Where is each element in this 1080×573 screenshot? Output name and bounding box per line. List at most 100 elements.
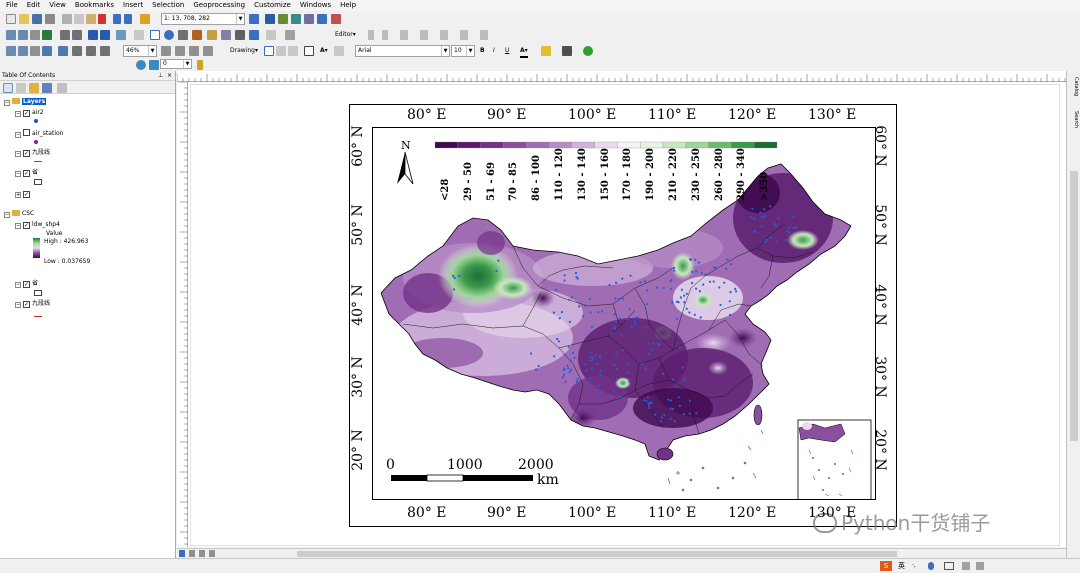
keyboard-icon[interactable] bbox=[944, 562, 954, 570]
collapse-icon[interactable]: − bbox=[15, 132, 21, 138]
layout-fixed-zoom-in-icon[interactable] bbox=[72, 46, 82, 56]
collapse-icon[interactable]: − bbox=[4, 100, 10, 106]
toc-layer-province-2[interactable]: − ✓ 省 bbox=[15, 280, 38, 288]
save-icon[interactable] bbox=[32, 14, 42, 24]
arctoolbox-icon[interactable] bbox=[304, 14, 314, 24]
fixed-zoom-in-icon[interactable] bbox=[60, 30, 70, 40]
toggle-draft-mode-icon[interactable] bbox=[161, 46, 171, 56]
layer-checkbox[interactable]: ✓ bbox=[23, 222, 30, 229]
layer-checkbox[interactable]: ✓ bbox=[23, 281, 30, 288]
menu-windows[interactable]: Windows bbox=[300, 0, 331, 11]
horizontal-scrollbar[interactable] bbox=[177, 548, 1066, 558]
ime-language[interactable]: 英 bbox=[898, 561, 905, 571]
attributes-icon[interactable] bbox=[440, 30, 448, 40]
open-folder-icon[interactable] bbox=[19, 14, 29, 24]
list-by-source-icon[interactable] bbox=[16, 83, 26, 93]
menu-edit[interactable]: Edit bbox=[27, 0, 41, 11]
change-layout-icon[interactable] bbox=[189, 46, 199, 56]
collapse-icon[interactable]: − bbox=[15, 302, 21, 308]
font-name-combo[interactable]: Arial ▼ bbox=[355, 45, 450, 57]
select-elements-icon[interactable] bbox=[150, 30, 160, 40]
collapse-icon[interactable]: − bbox=[15, 111, 21, 117]
search-window-icon[interactable] bbox=[291, 14, 301, 24]
zoom-100-icon[interactable] bbox=[58, 46, 68, 56]
pan-icon[interactable] bbox=[30, 30, 40, 40]
collapse-icon[interactable]: + bbox=[15, 192, 21, 198]
select-features-icon[interactable] bbox=[116, 30, 126, 40]
search-tab[interactable]: Search bbox=[1069, 111, 1079, 137]
list-by-drawing-order-icon[interactable] bbox=[3, 83, 13, 93]
undo-icon[interactable] bbox=[113, 14, 121, 24]
rotate-tool-icon[interactable] bbox=[420, 30, 428, 40]
toc-csc-group[interactable]: − CSC bbox=[4, 210, 34, 218]
paste-icon[interactable] bbox=[86, 14, 96, 24]
editor-toolbar-icon[interactable] bbox=[249, 14, 259, 24]
delete-icon[interactable] bbox=[98, 14, 106, 24]
layout-pan-icon[interactable] bbox=[30, 46, 40, 56]
cut-icon[interactable] bbox=[62, 14, 72, 24]
menu-selection[interactable]: Selection bbox=[152, 0, 184, 11]
close-icon[interactable]: × bbox=[167, 71, 172, 81]
sketch-properties-icon[interactable] bbox=[460, 30, 468, 40]
horizontal-scrollbar-thumb[interactable] bbox=[297, 551, 897, 557]
time-slider-icon[interactable] bbox=[249, 30, 259, 40]
globe-icon[interactable] bbox=[136, 60, 146, 70]
data-driven-pages-icon[interactable] bbox=[203, 46, 213, 56]
menu-geoprocessing[interactable]: Geoprocessing bbox=[193, 0, 245, 11]
layout-zoom-combo[interactable]: 46% ▼ bbox=[123, 45, 157, 57]
bold-button[interactable]: B bbox=[480, 46, 485, 56]
ime-punctuation-icon[interactable]: ·, bbox=[912, 562, 916, 569]
full-extent-icon[interactable] bbox=[42, 30, 52, 40]
collapse-icon[interactable]: − bbox=[4, 212, 10, 218]
layout-view-icon[interactable] bbox=[189, 550, 195, 557]
marker-color-icon[interactable] bbox=[583, 46, 593, 56]
collapse-icon[interactable]: − bbox=[15, 171, 21, 177]
collapse-icon[interactable]: − bbox=[15, 223, 21, 229]
rotate-element-icon[interactable] bbox=[276, 46, 286, 56]
toolbox-icon[interactable] bbox=[976, 562, 984, 570]
clear-selection-icon[interactable] bbox=[134, 30, 144, 40]
identify-icon[interactable] bbox=[164, 30, 174, 40]
table-of-contents-icon[interactable] bbox=[265, 14, 275, 24]
layout-zoom-out-icon[interactable] bbox=[18, 46, 28, 56]
toggle-draft-icon[interactable] bbox=[285, 30, 295, 40]
layout-back-icon[interactable] bbox=[100, 46, 110, 56]
copy-icon[interactable] bbox=[74, 14, 84, 24]
new-document-icon[interactable] bbox=[6, 14, 16, 24]
zoom-to-selected-icon[interactable] bbox=[288, 46, 298, 56]
menu-help[interactable]: Help bbox=[340, 0, 356, 11]
select-elements-arrow-icon[interactable] bbox=[264, 46, 274, 56]
collapse-icon[interactable]: − bbox=[15, 282, 21, 288]
skin-icon[interactable] bbox=[962, 562, 970, 570]
split-tool-icon[interactable] bbox=[400, 30, 408, 40]
list-by-selection-icon[interactable] bbox=[42, 83, 52, 93]
pin-icon[interactable]: ⊥ bbox=[158, 71, 163, 81]
ime-logo-icon[interactable]: S bbox=[880, 561, 892, 571]
measure-icon[interactable] bbox=[192, 30, 202, 40]
python-window-icon[interactable] bbox=[317, 14, 327, 24]
menu-file[interactable]: File bbox=[6, 0, 18, 11]
scale-combo[interactable]: 1: 13, 708, 282 ▼ bbox=[161, 13, 245, 25]
list-by-visibility-icon[interactable] bbox=[29, 83, 39, 93]
print-icon[interactable] bbox=[45, 14, 55, 24]
add-data-icon[interactable] bbox=[140, 14, 150, 24]
underline-button[interactable]: U bbox=[505, 46, 509, 56]
collapse-icon[interactable]: − bbox=[15, 151, 21, 157]
catalog-tab[interactable]: Catalog bbox=[1069, 77, 1079, 103]
back-icon[interactable] bbox=[88, 30, 98, 40]
vertical-scrollbar-thumb[interactable] bbox=[1070, 171, 1078, 441]
pause-drawing-icon[interactable] bbox=[209, 550, 215, 557]
fill-color-icon[interactable] bbox=[541, 46, 551, 56]
layer-checkbox[interactable]: ✓ bbox=[23, 110, 30, 117]
viewer-icon[interactable] bbox=[266, 30, 276, 40]
line-color-icon[interactable] bbox=[562, 46, 572, 56]
menu-insert[interactable]: Insert bbox=[123, 0, 143, 11]
create-features-icon[interactable] bbox=[480, 30, 488, 40]
font-size-combo[interactable]: 10 ▼ bbox=[451, 45, 475, 57]
layer-checkbox[interactable]: ✓ bbox=[23, 150, 30, 157]
font-color-icon[interactable]: A▾ bbox=[520, 46, 528, 58]
toc-layer-province[interactable]: − ✓ 省 bbox=[15, 169, 38, 177]
toc-layer-nine-dash-line-2[interactable]: − ✓ 九段线 bbox=[15, 300, 50, 308]
toc-layer-ldw[interactable]: − ✓ ldw_shp4 bbox=[15, 221, 60, 229]
microphone-icon[interactable] bbox=[928, 562, 934, 570]
